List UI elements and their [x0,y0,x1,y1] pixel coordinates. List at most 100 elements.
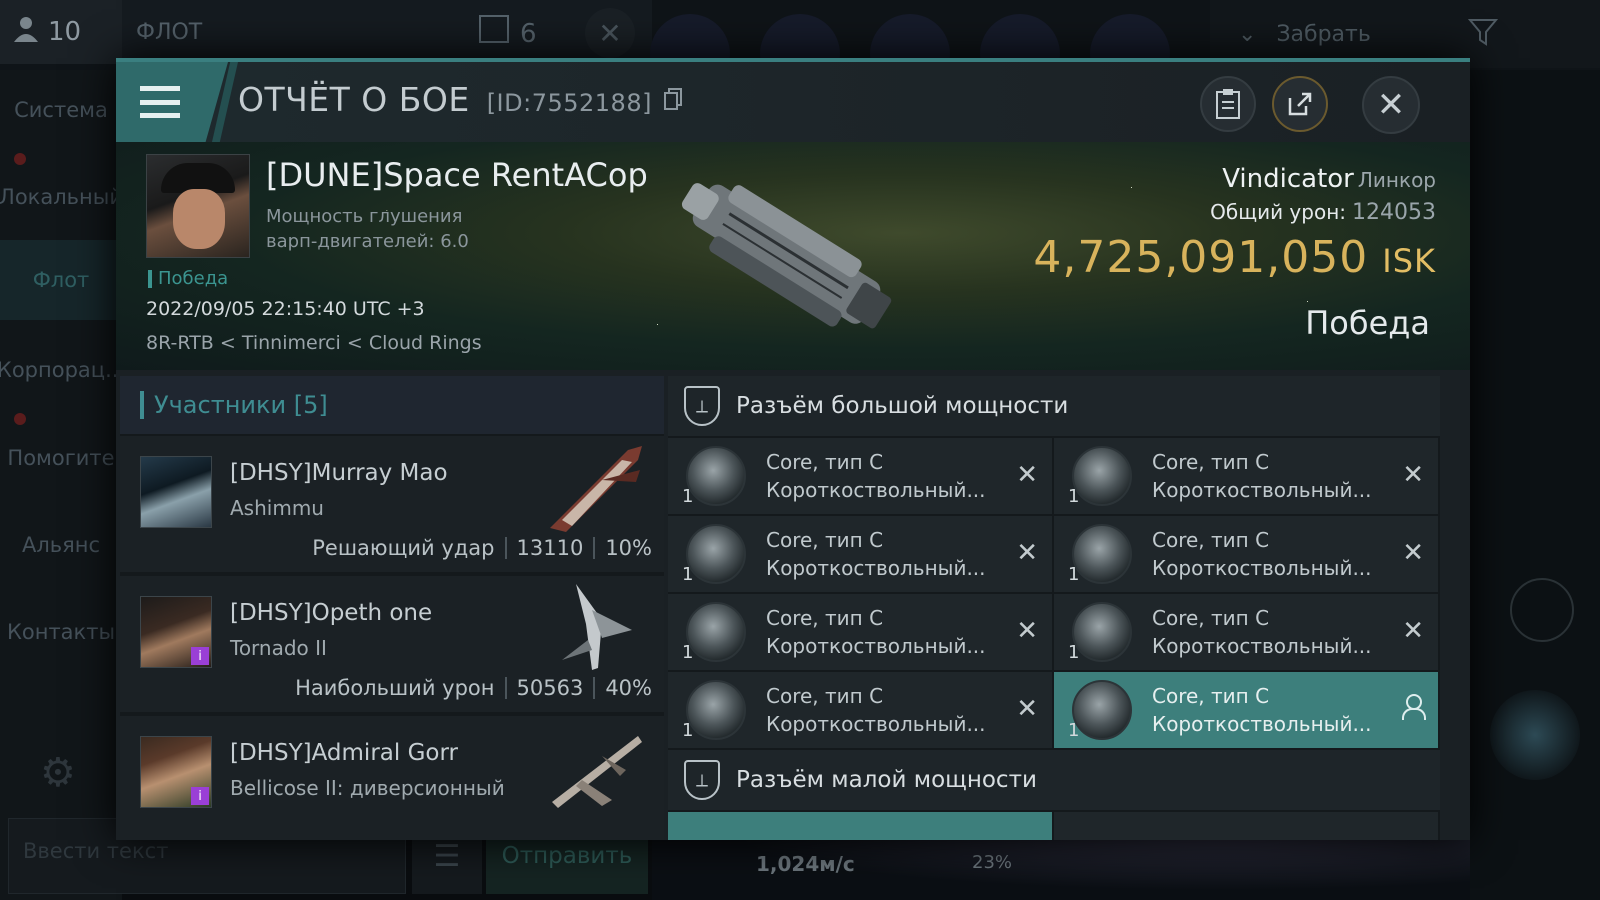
pilot-attribute: Мощность глушения варп-двигателей: 6.0 [266,206,469,252]
player-count[interactable]: 10 [0,0,122,64]
remove-icon[interactable]: ✕ [1016,538,1038,568]
fitting-panel: ⟂ Разъём большой мощности 1 Core, тип C … [668,376,1440,840]
participant-stats: Решающий удар 13110 10% [312,536,652,560]
list-item[interactable]: i [DHSY]Admiral Gorr Bellicose II: дивер… [120,716,664,840]
shield-icon: ⟂ [684,760,720,800]
module-icon [1072,446,1132,506]
percent-readout: 23% [972,852,1013,873]
module-slot[interactable] [668,812,1052,840]
share-icon [1288,92,1312,116]
filter-icon[interactable] [1467,18,1499,53]
sidebar-item-help[interactable]: Помогите [0,418,122,498]
status-badge: Победа [148,268,228,289]
shield-icon: ⟂ [684,386,720,426]
share-button[interactable] [1272,76,1328,132]
avatar[interactable]: i [140,736,212,808]
page-title: ОТЧЁТ О БОЕ [ID:7552188] [238,80,683,119]
window-icon [478,14,510,53]
gear-icon[interactable]: ⚙ [40,750,76,796]
remove-icon[interactable]: ✕ [1402,538,1424,568]
clipboard-icon [1216,89,1240,119]
module-slot[interactable]: 1 Core, тип C Короткоствольный... ✕ [1054,594,1438,670]
participant-ship-image [562,584,632,670]
participant-ship-image [550,446,642,532]
remove-icon[interactable]: ✕ [1016,616,1038,646]
battle-report-modal: ОТЧЁТ О БОЕ [ID:7552188] ✕ [DUNE]Space R… [116,58,1470,840]
battle-location[interactable]: 8R-RTB < Tinnimerci < Cloud Rings [146,332,482,354]
report-id: [ID:7552188] [486,89,652,117]
participants-header[interactable]: Участники [5] [120,376,664,434]
swap-icon[interactable] [1510,578,1574,642]
participant-ship: Bellicose II: диверсионный [230,776,505,800]
module-icon [1072,680,1132,740]
high-slot-header: ⟂ Разъём большой мощности [668,376,1440,436]
fleet-label: ФЛОТ [136,19,203,45]
sidebar-item-fleet[interactable]: Флот [0,240,122,320]
close-icon: ✕ [1376,85,1406,125]
player-count-value: 10 [48,17,82,47]
menu-button[interactable] [116,62,228,142]
speed-readout: 1,024м/с [756,852,855,876]
module-icon [686,446,746,506]
avatar[interactable] [146,154,250,258]
info-badge: i [191,787,209,805]
take-label: Забрать [1276,21,1371,47]
battle-result: Победа [1305,304,1430,342]
remove-icon[interactable]: ✕ [1402,616,1424,646]
victim-ship-name[interactable]: Vindicator Линкор [1222,164,1436,194]
user-icon[interactable] [1400,694,1426,722]
module-icon [686,680,746,740]
avatar[interactable] [140,456,212,528]
chevron-down-icon: ⌄ [1238,21,1257,47]
participant-stats: Наибольший урон 50563 40% [295,676,652,700]
module-slot-selected[interactable]: 1 Core, тип C Короткоствольный... [1054,672,1438,748]
list-item[interactable]: [DHSY]Murray Mao Ashimmu Решающий удар 1… [120,436,664,574]
participant-ship: Ashimmu [230,496,324,520]
participant-ship-image [552,736,642,808]
close-button[interactable]: ✕ [1362,76,1420,134]
remove-icon[interactable]: ✕ [1016,694,1038,724]
participant-name: [DHSY]Murray Mao [230,460,448,486]
remove-icon[interactable]: ✕ [1016,460,1038,490]
sidebar-item-corp[interactable]: Корпорац... [0,330,125,410]
avatar[interactable]: i [140,596,212,668]
modal-header: ОТЧЁТ О БОЕ [ID:7552188] ✕ [116,62,1470,142]
ship-button[interactable] [1490,690,1580,780]
module-slot[interactable]: 1 Core, тип C Короткоствольный... ✕ [668,438,1052,514]
remove-icon[interactable]: ✕ [1402,460,1424,490]
info-badge: i [191,647,209,665]
module-icon [1072,524,1132,584]
module-slot[interactable]: 1 Core, тип C Короткоствольный... ✕ [1054,438,1438,514]
victim-ship-image [681,183,892,329]
module-slot[interactable]: 1 Core, тип C Короткоствольный... ✕ [1054,516,1438,592]
module-slot[interactable] [1054,812,1438,840]
sidebar-item-alliance[interactable]: Альянс [0,505,122,585]
participant-name: [DHSY]Opeth one [230,600,433,626]
battle-datetime: 2022/09/05 22:15:40 UTC +3 [146,298,425,320]
sidebar-item-contacts[interactable]: Контакты [0,592,122,672]
participants-panel: Участники [5] [DHSY]Murray Mao Ashimmu Р… [120,376,664,840]
fleet-bar[interactable]: ФЛОТ [122,0,652,64]
sidebar-item-local[interactable]: Локальный [0,157,123,237]
fleet-close-icon[interactable]: ✕ [585,8,635,58]
participant-ship: Tornado II [230,636,327,660]
fleet-count: 6 [478,14,537,53]
kill-banner: [DUNE]Space RentACop Мощность глушения в… [116,142,1470,370]
module-slot[interactable]: 1 Core, тип C Короткоствольный... ✕ [668,672,1052,748]
low-slot-header: ⟂ Разъём малой мощности [668,750,1440,810]
copy-icon[interactable] [663,80,683,119]
person-icon [14,16,38,49]
total-damage: Общий урон: 124053 [1210,200,1436,225]
clipboard-button[interactable] [1200,76,1256,132]
module-slot[interactable]: 1 Core, тип C Короткоствольный... ✕ [668,516,1052,592]
menu-icon [140,86,180,118]
sidebar-item-system[interactable]: Система [0,70,122,150]
module-slot[interactable]: 1 Core, тип C Короткоствольный... ✕ [668,594,1052,670]
isk-value: 4,725,091,050 ISK [1033,232,1436,283]
module-icon [1072,602,1132,662]
pilot-name[interactable]: [DUNE]Space RentACop [266,156,648,194]
module-icon [686,524,746,584]
participant-name: [DHSY]Admiral Gorr [230,740,458,766]
list-item[interactable]: i [DHSY]Opeth one Tornado II Наибольший … [120,576,664,714]
module-icon [686,602,746,662]
